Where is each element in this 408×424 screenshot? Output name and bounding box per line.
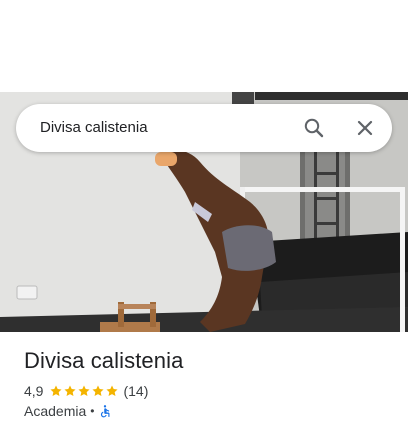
- search-query-text[interactable]: Divisa calistenia: [40, 118, 148, 138]
- place-title[interactable]: Divisa calistenia: [24, 346, 394, 376]
- category-row: Academia •: [24, 402, 394, 420]
- place-category: Academia: [24, 403, 87, 419]
- review-count[interactable]: (14): [123, 382, 148, 400]
- star-icon: [50, 385, 63, 396]
- rating-value: 4,9: [24, 383, 44, 399]
- star-icon: [78, 385, 91, 396]
- star-icon: [106, 385, 119, 396]
- rating-row[interactable]: 4,9 (14): [24, 382, 394, 400]
- wheelchair-accessible-icon: [101, 405, 110, 418]
- search-bar[interactable]: Divisa calistenia: [16, 104, 392, 152]
- close-icon[interactable]: [353, 116, 377, 140]
- star-icon: [64, 385, 77, 396]
- place-info[interactable]: Divisa calistenia 4,9 (14) Academia •: [24, 346, 394, 420]
- separator-dot: •: [90, 404, 95, 418]
- search-icon[interactable]: [302, 116, 326, 140]
- star-icon: [92, 385, 105, 396]
- star-rating: [49, 384, 119, 398]
